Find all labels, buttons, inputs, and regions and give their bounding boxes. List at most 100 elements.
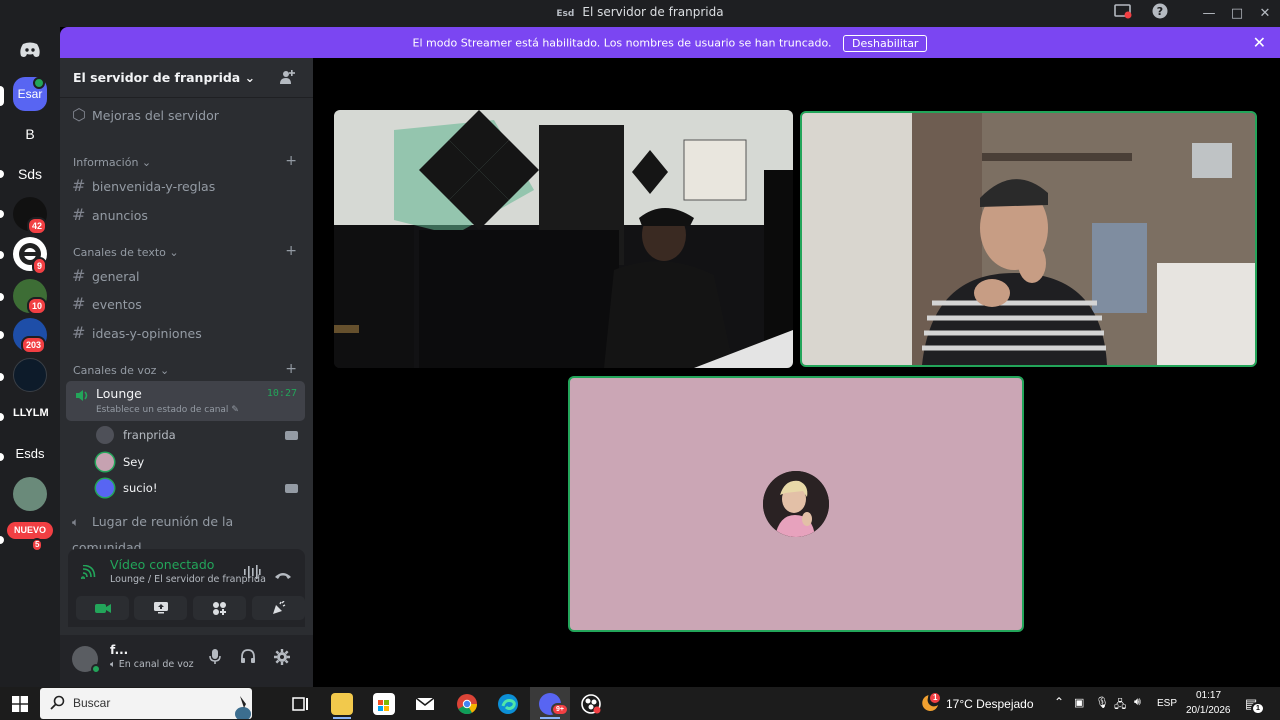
hashtag-icon: #	[72, 176, 86, 195]
channel-anuncios[interactable]: # anuncios	[72, 202, 302, 228]
unread-pill	[0, 251, 4, 259]
user-panel: f... 🔈︎ En canal de voz	[60, 635, 313, 687]
banner-close-icon[interactable]: ✕	[1253, 33, 1266, 52]
channel-ideas-y-opiniones[interactable]: # ideas-y-opiniones	[72, 320, 302, 346]
boost-icon: ⬡	[72, 105, 86, 124]
channel-bienvenida-y-reglas[interactable]: # bienvenida-y-reglas	[72, 173, 302, 199]
video-tile-sey[interactable]	[568, 376, 1024, 632]
clock-time[interactable]: 01:17	[1196, 690, 1221, 701]
network-icon[interactable]: 🖧︎	[1114, 696, 1126, 715]
channel-status-prompt[interactable]: Establece un estado de canal ✎	[96, 405, 239, 415]
maximize-icon[interactable]: □	[1226, 3, 1248, 25]
unread-pill	[0, 373, 4, 381]
chrome-icon[interactable]	[456, 693, 478, 715]
tray-app-icon[interactable]: ▣	[1074, 696, 1084, 709]
server-b[interactable]: B	[13, 117, 47, 151]
video-stage	[313, 58, 1280, 687]
notification-badge: 9+	[551, 703, 569, 716]
category-voice-channels[interactable]: Canales de voz ⌄	[73, 364, 169, 377]
speaker-icon	[75, 387, 90, 406]
discord-home-icon[interactable]	[13, 33, 47, 67]
username[interactable]: f...	[110, 643, 128, 657]
headphones-icon[interactable]	[238, 649, 258, 669]
video-tile-franprida[interactable]	[334, 110, 793, 368]
microphone-icon[interactable]	[205, 649, 225, 669]
file-explorer-icon[interactable]	[331, 693, 353, 715]
server-header[interactable]: El servidor de franprida ⌄	[60, 58, 313, 98]
voice-duration: 10:27	[266, 388, 297, 399]
screen-share-button[interactable]	[134, 596, 187, 620]
category-text-channels[interactable]: Canales de texto ⌄	[73, 246, 179, 259]
mail-icon[interactable]	[414, 693, 436, 715]
hashtag-icon: #	[72, 323, 86, 342]
hashtag-icon: #	[72, 294, 86, 313]
microphone-tray-icon[interactable]: 🎙︎	[1095, 696, 1109, 709]
channel-sidebar: El servidor de franprida ⌄ ⬡ Mejoras del …	[60, 58, 313, 687]
user-status: 🔈︎ En canal de voz	[110, 659, 194, 670]
volume-icon[interactable]: 🔊︎	[1134, 696, 1141, 709]
add-channel-icon[interactable]: +	[285, 361, 297, 377]
channel-general[interactable]: # general	[72, 263, 302, 289]
screen-share-status-icon[interactable]	[1112, 3, 1134, 25]
chevron-up-icon[interactable]: ⌃	[1054, 695, 1064, 709]
video-tile-sucio[interactable]	[800, 111, 1257, 367]
weather-text[interactable]: 17°C Despejado	[946, 697, 1034, 711]
server-esds[interactable]: Esds	[13, 437, 47, 471]
unread-pill	[0, 170, 4, 178]
disconnect-icon[interactable]	[274, 566, 292, 585]
activities-button[interactable]	[193, 596, 246, 620]
voice-status-title[interactable]: Vídeo conectado	[110, 557, 214, 572]
mention-badge: 203	[21, 336, 47, 354]
disable-streamer-mode-button[interactable]: Deshabilitar	[843, 35, 928, 52]
minimize-icon[interactable]: —	[1198, 3, 1220, 25]
windows-start-icon[interactable]	[12, 696, 28, 716]
server-name: El servidor de franprida ⌄	[73, 70, 256, 85]
obs-icon[interactable]	[580, 693, 602, 715]
camera-on-icon	[285, 431, 298, 440]
microsoft-store-icon[interactable]	[373, 693, 395, 715]
gear-icon[interactable]	[272, 649, 292, 669]
avatar	[96, 426, 114, 444]
task-view-icon[interactable]	[290, 693, 312, 715]
noise-suppression-icon[interactable]	[243, 564, 261, 583]
category-info[interactable]: Información ⌄	[73, 156, 151, 169]
server-avatar-5[interactable]	[13, 358, 47, 392]
server-avatar-6[interactable]	[13, 477, 47, 511]
voice-connection-panel: Vídeo conectado Lounge / El servidor de …	[68, 549, 305, 627]
server-boost-item[interactable]: ⬡ Mejoras del servidor	[72, 102, 302, 128]
running-indicator	[333, 717, 351, 719]
invite-people-icon[interactable]	[279, 69, 295, 89]
pencil-icon: ✎	[231, 405, 239, 415]
help-icon[interactable]: ?	[1149, 3, 1171, 25]
mention-badge: 9	[32, 257, 48, 275]
language-indicator[interactable]: ESP	[1157, 698, 1177, 709]
edge-icon[interactable]	[497, 693, 519, 715]
channel-eventos[interactable]: # eventos	[72, 291, 302, 317]
taskbar-search[interactable]: Buscar	[40, 688, 252, 720]
add-channel-icon[interactable]: +	[285, 153, 297, 169]
clock-date[interactable]: 20/1/2026	[1186, 705, 1231, 716]
signal-icon	[81, 564, 97, 583]
add-channel-icon[interactable]: +	[285, 243, 297, 259]
unread-pill	[0, 536, 4, 544]
streamer-mode-banner: El modo Streamer está habilitado. Los no…	[60, 27, 1280, 58]
window-title: Esd El servidor de franprida	[556, 5, 724, 19]
close-icon[interactable]: ✕	[1254, 3, 1276, 25]
unread-pill	[0, 210, 4, 218]
hashtag-icon: #	[72, 266, 86, 285]
server-llylm[interactable]: LLYLM	[13, 396, 49, 430]
hashtag-icon: #	[72, 205, 86, 224]
voice-channel-lounge[interactable]: Lounge 10:27 Establece un estado de cana…	[66, 381, 305, 421]
mention-badge: 42	[27, 217, 48, 235]
new-servers-badge[interactable]: NUEVO	[7, 522, 53, 539]
server-rail: Esar B Sds 42 9 10 203 LLYLM Esds NUEVO …	[0, 27, 60, 687]
mention-badge: 10	[27, 297, 48, 315]
window-title-bar: Esd El servidor de franprida ? — □ ✕	[0, 0, 1280, 27]
banner-message: El modo Streamer está habilitado. Los no…	[412, 36, 832, 50]
speaker-icon: 🔈︎	[72, 515, 80, 529]
online-status-dot	[91, 664, 101, 674]
soundboard-button[interactable]	[252, 596, 305, 620]
server-sds[interactable]: Sds	[13, 157, 47, 191]
camera-button[interactable]	[76, 596, 129, 620]
voice-channel-community[interactable]: 🔈︎ Lugar de reunión de la comunidad	[72, 509, 302, 555]
